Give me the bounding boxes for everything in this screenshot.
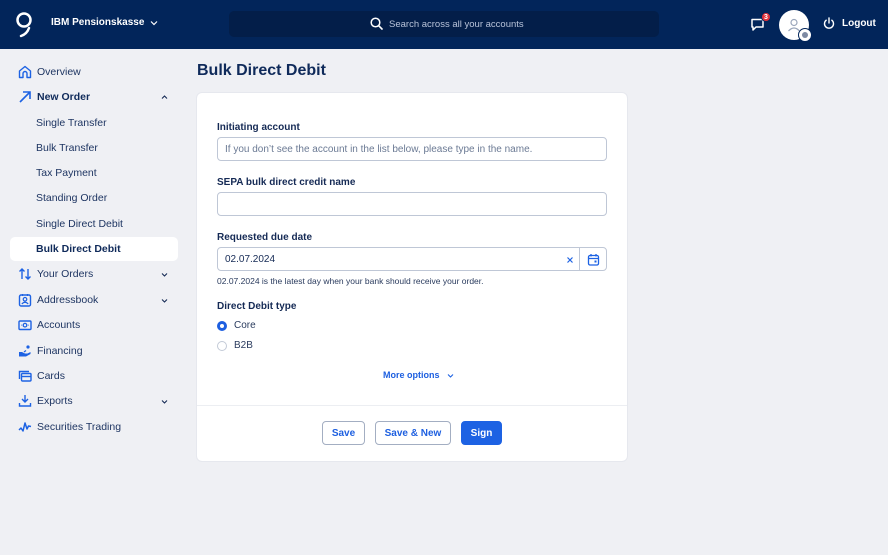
sidebar-item-label: Bulk Direct Debit [36,243,121,255]
chevron-down-icon [447,373,453,378]
save-button[interactable]: Save [322,421,365,445]
sidebar-item-accounts[interactable]: Accounts [10,313,178,337]
organization-name: IBM Pensionskasse [51,17,145,28]
search-input[interactable] [389,11,649,37]
arrow-up-right-icon [19,91,31,103]
radio-b2b[interactable]: B2B [217,340,253,351]
logo-icon[interactable] [14,11,34,39]
pulse-icon [18,422,32,432]
sidebar-item-label: Your Orders [37,268,94,280]
radio-checked-icon [217,320,227,331]
sidebar-item-label: Standing Order [36,192,108,204]
sidebar-item-financing[interactable]: Financing [10,339,178,363]
chevron-up-icon [161,95,168,99]
sidebar-item-label: Exports [37,395,73,407]
sidebar-item-label: Single Direct Debit [36,218,123,230]
form-card: Initiating account SEPA bulk direct cred… [197,93,627,461]
sidebar-item-label: Overview [37,66,81,78]
radio-label: B2B [234,340,253,351]
more-options-label: More options [383,370,440,380]
chevron-down-icon [161,273,168,277]
close-icon [567,257,573,263]
sidebar-item-label: Accounts [37,319,81,331]
home-icon [18,65,32,79]
sidebar-item-cards[interactable]: Cards [10,364,178,388]
sidebar-item-single-direct-debit[interactable]: Single Direct Debit [10,212,178,236]
chevron-down-icon [150,20,158,25]
radio-unchecked-icon [217,340,227,351]
sidebar-item-standing-order[interactable]: Standing Order [10,186,178,210]
logout-button[interactable]: Logout [823,17,876,29]
sepa-name-input[interactable] [217,192,607,216]
initiating-account-input[interactable] [217,137,607,161]
radio-core[interactable]: Core [217,320,256,331]
sidebar-item-label: Single Transfer [36,117,107,129]
messages-badge: 3 [761,12,771,22]
page-title: Bulk Direct Debit [197,62,326,79]
due-date-label: Requested due date [217,232,313,243]
sidebar-item-bulk-direct-debit[interactable]: Bulk Direct Debit [10,237,178,261]
more-options-toggle[interactable]: More options [383,370,454,380]
sidebar-item-label: New Order [37,91,91,103]
debit-type-label: Direct Debit type [217,301,297,312]
avatar-status-icon [798,28,812,42]
sidebar-item-label: Tax Payment [36,167,97,179]
due-date-input[interactable] [218,248,558,270]
divider [197,405,627,406]
sidebar-item-single-transfer[interactable]: Single Transfer [10,111,178,135]
power-icon [823,17,835,29]
sidebar-item-label: Bulk Transfer [36,142,98,154]
sidebar-item-label: Securities Trading [37,421,122,433]
sepa-name-label: SEPA bulk direct credit name [217,177,356,188]
banknote-icon [18,320,32,331]
sidebar-item-label: Cards [37,370,66,382]
chevron-down-icon [161,400,168,404]
sidebar: Overview New Order Single Transfer Bulk … [0,49,188,555]
sidebar-item-securities-trading[interactable]: Securities Trading [10,415,178,439]
search-icon [370,17,383,30]
due-date-field [217,247,607,271]
calendar-button[interactable] [579,248,606,270]
sidebar-item-new-order[interactable]: New Order [10,85,178,109]
sidebar-item-addressbook[interactable]: Addressbook [10,288,178,312]
cards-icon [18,370,32,382]
sidebar-item-exports[interactable]: Exports [10,389,178,413]
sidebar-item-label: Addressbook [37,294,99,306]
sidebar-item-overview[interactable]: Overview [10,60,178,84]
top-bar: IBM Pensionskasse 3 Logout [0,0,888,49]
download-icon [18,395,32,407]
sidebar-item-label: Financing [37,345,83,357]
organization-switcher[interactable]: IBM Pensionskasse [51,17,158,28]
radio-label: Core [234,320,256,331]
sidebar-item-your-orders[interactable]: Your Orders [10,262,178,286]
sign-button[interactable]: Sign [461,421,502,445]
calendar-icon [587,253,599,266]
due-date-hint: 02.07.2024 is the latest day when your b… [217,276,484,286]
initiating-account-label: Initiating account [217,122,300,133]
save-new-button[interactable]: Save & New [375,421,451,445]
logout-label: Logout [842,17,876,29]
global-search[interactable] [229,11,659,37]
contact-card-icon [18,294,32,307]
clear-date-button[interactable] [564,253,576,265]
sidebar-item-tax-payment[interactable]: Tax Payment [10,161,178,185]
chevron-down-icon [161,299,168,303]
sidebar-item-bulk-transfer[interactable]: Bulk Transfer [10,136,178,160]
arrows-up-down-icon [19,268,31,280]
hand-coin-icon [19,345,31,357]
